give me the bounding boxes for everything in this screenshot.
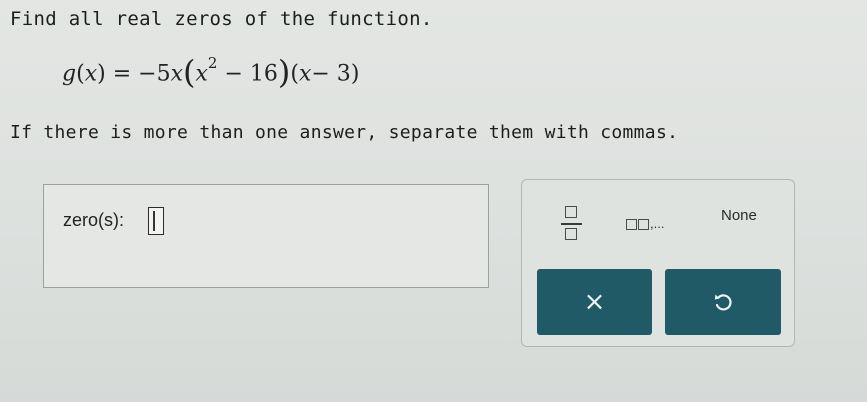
paren: )	[277, 53, 291, 92]
clear-button[interactable]: ×	[537, 269, 652, 335]
list-icon	[626, 219, 637, 230]
list-button[interactable]: ,...	[626, 210, 664, 230]
list-suffix: ,...	[650, 216, 665, 231]
question-prompt: Find all real zeros of the function.	[10, 8, 433, 30]
instruction-text: If there is more than one answer, separa…	[10, 122, 679, 143]
factor2-variable: x	[195, 61, 208, 87]
paren: (	[290, 61, 299, 87]
exponent: 2	[207, 54, 218, 72]
fraction-bar	[561, 223, 582, 225]
undo-button[interactable]	[665, 269, 781, 335]
function-equation: g(x) = −5x(x2 − 16)(x− 3)	[62, 54, 360, 88]
answer-input[interactable]	[148, 207, 164, 235]
factor1-variable: x	[170, 61, 183, 87]
factor3-variable: x	[298, 61, 312, 87]
none-button[interactable]: None	[721, 207, 757, 224]
function-variable: x	[84, 61, 98, 87]
fraction-button[interactable]	[554, 202, 590, 246]
paren: (	[183, 53, 196, 92]
paren: )	[97, 61, 106, 87]
answer-panel: zero(s):	[43, 184, 489, 288]
undo-icon	[714, 294, 732, 311]
denominator-box	[565, 228, 577, 240]
equals-sign: =	[112, 61, 132, 87]
factor3-constant: − 3	[311, 61, 351, 87]
close-icon: ×	[583, 287, 606, 317]
list-icon	[638, 219, 649, 230]
function-name: g	[62, 61, 77, 87]
numerator-box	[565, 206, 577, 218]
paren: (	[76, 61, 85, 87]
paren: )	[350, 61, 360, 87]
math-keypad: ,... None ×	[521, 179, 795, 347]
answer-label: zero(s):	[63, 210, 125, 230]
coefficient: −5	[138, 61, 171, 87]
factor2-constant: − 16	[224, 61, 278, 87]
